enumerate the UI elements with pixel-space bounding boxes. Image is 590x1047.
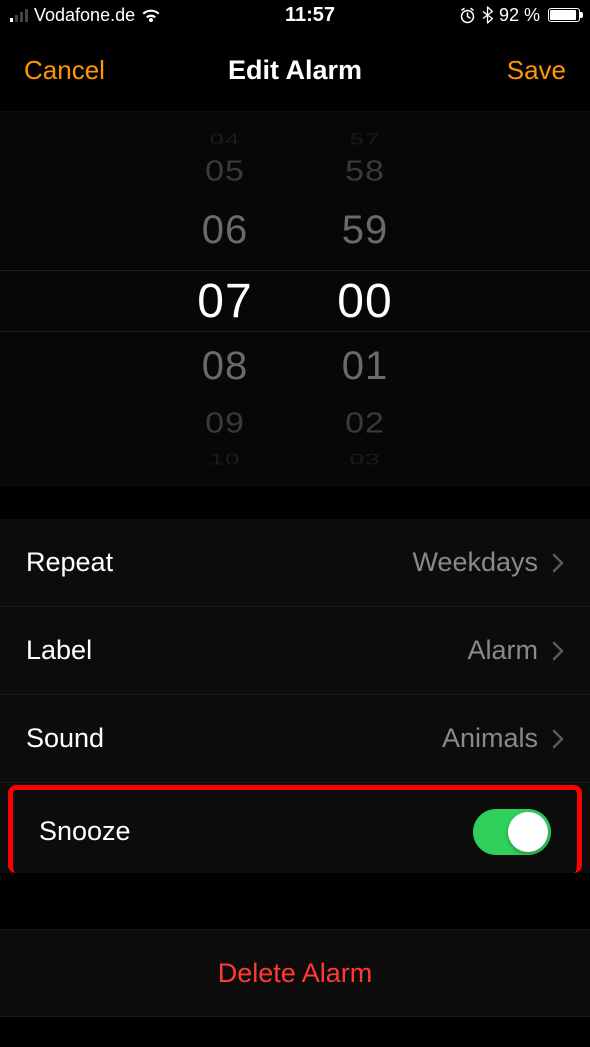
picker-hour-option: 06 bbox=[155, 208, 295, 253]
repeat-value: Weekdays bbox=[412, 547, 538, 578]
picker-hour-option: 10 bbox=[155, 450, 295, 469]
cancel-button[interactable]: Cancel bbox=[24, 55, 105, 86]
battery-icon bbox=[548, 8, 580, 22]
chevron-right-icon bbox=[552, 641, 564, 661]
repeat-row[interactable]: Repeat Weekdays bbox=[0, 519, 590, 607]
picker-minute-option: 59 bbox=[295, 208, 435, 253]
picker-hour-option: 05 bbox=[155, 155, 295, 188]
status-left: Vodafone.de bbox=[10, 5, 161, 26]
status-clock: 11:57 bbox=[285, 4, 335, 27]
sound-value: Animals bbox=[442, 723, 538, 754]
snooze-toggle[interactable] bbox=[473, 809, 551, 855]
snooze-row: Snooze bbox=[8, 785, 582, 873]
picker-hour-selected: 07 bbox=[155, 274, 295, 329]
delete-alarm-button[interactable]: Delete Alarm bbox=[0, 929, 590, 1017]
picker-minute-option: 57 bbox=[295, 130, 435, 149]
status-bar: Vodafone.de 11:57 92 % bbox=[0, 0, 590, 30]
snooze-label: Snooze bbox=[39, 816, 131, 847]
label-value: Alarm bbox=[467, 635, 538, 666]
nav-header: Cancel Edit Alarm Save bbox=[0, 30, 590, 112]
picker-hour-option: 09 bbox=[155, 407, 295, 440]
status-right: 92 % bbox=[459, 5, 580, 26]
time-picker: 04 05 06 07 08 09 10 57 58 59 00 01 02 0… bbox=[0, 112, 590, 487]
sound-row[interactable]: Sound Animals bbox=[0, 695, 590, 783]
picker-minute-option: 58 bbox=[295, 155, 435, 188]
label-row[interactable]: Label Alarm bbox=[0, 607, 590, 695]
page-title: Edit Alarm bbox=[228, 55, 362, 86]
settings-list: Repeat Weekdays Label Alarm Sound Animal… bbox=[0, 519, 590, 873]
cellular-signal-icon bbox=[10, 8, 28, 22]
minute-picker[interactable]: 57 58 59 00 01 02 03 bbox=[295, 112, 435, 487]
save-button[interactable]: Save bbox=[507, 55, 566, 86]
bluetooth-icon bbox=[482, 6, 493, 24]
label-label: Label bbox=[26, 635, 92, 666]
carrier-label: Vodafone.de bbox=[34, 5, 135, 26]
picker-hour-option: 04 bbox=[155, 130, 295, 149]
picker-hour-option: 08 bbox=[155, 344, 295, 389]
chevron-right-icon bbox=[552, 729, 564, 749]
repeat-label: Repeat bbox=[26, 547, 113, 578]
picker-minute-option: 03 bbox=[295, 450, 435, 469]
hour-picker[interactable]: 04 05 06 07 08 09 10 bbox=[155, 112, 295, 487]
picker-minute-selected: 00 bbox=[295, 274, 435, 329]
wifi-icon bbox=[141, 8, 161, 23]
chevron-right-icon bbox=[552, 553, 564, 573]
battery-percent: 92 % bbox=[499, 5, 540, 26]
picker-minute-option: 02 bbox=[295, 407, 435, 440]
alarm-icon bbox=[459, 7, 476, 24]
delete-section: Delete Alarm bbox=[0, 929, 590, 1017]
picker-minute-option: 01 bbox=[295, 344, 435, 389]
sound-label: Sound bbox=[26, 723, 104, 754]
